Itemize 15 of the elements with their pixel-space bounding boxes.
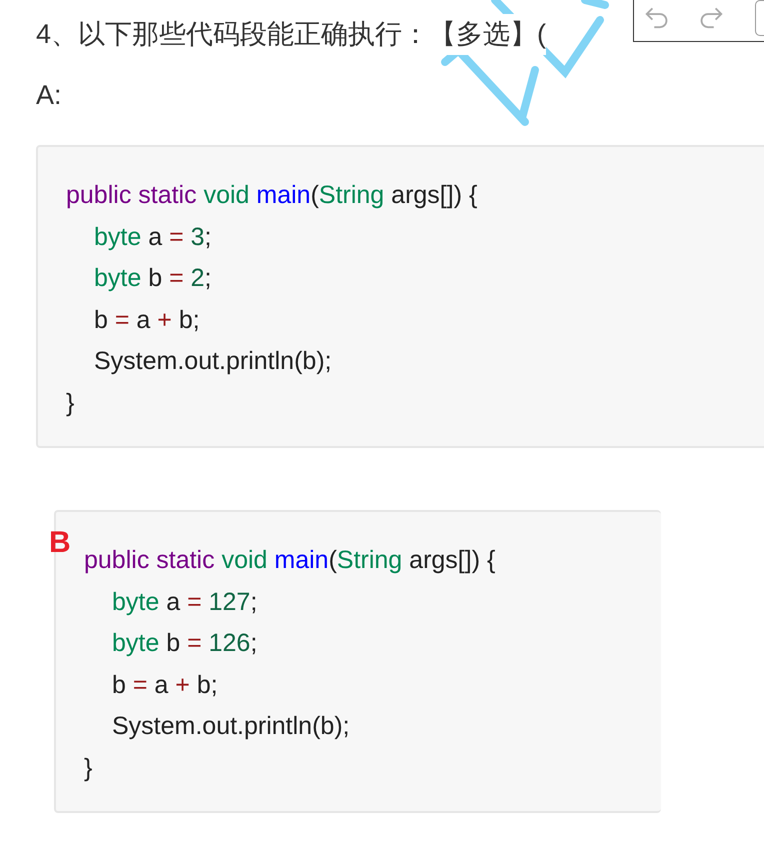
option-marker: B bbox=[49, 528, 71, 558]
code-line: } bbox=[84, 752, 92, 784]
code-line: byte a = 3; bbox=[94, 222, 212, 252]
code-line: b = a + b; bbox=[112, 670, 218, 700]
code-line: } bbox=[66, 388, 74, 418]
code-line: System.out.println(b); bbox=[94, 346, 332, 377]
code-line: byte a = 127; bbox=[112, 586, 258, 618]
option-label: A: bbox=[36, 78, 62, 112]
code-line: public static void main(String args[]) { bbox=[84, 545, 496, 576]
code-line: public static void main(String args[]) { bbox=[66, 180, 478, 211]
code-line: byte b = 2; bbox=[94, 263, 212, 294]
question-title: 4、以下那些代码段能正确执行：【多选】( bbox=[36, 14, 546, 54]
code-line: byte b = 126; bbox=[112, 628, 258, 659]
code-line: b = a + b; bbox=[94, 304, 200, 336]
code-line: System.out.println(b); bbox=[112, 711, 350, 742]
